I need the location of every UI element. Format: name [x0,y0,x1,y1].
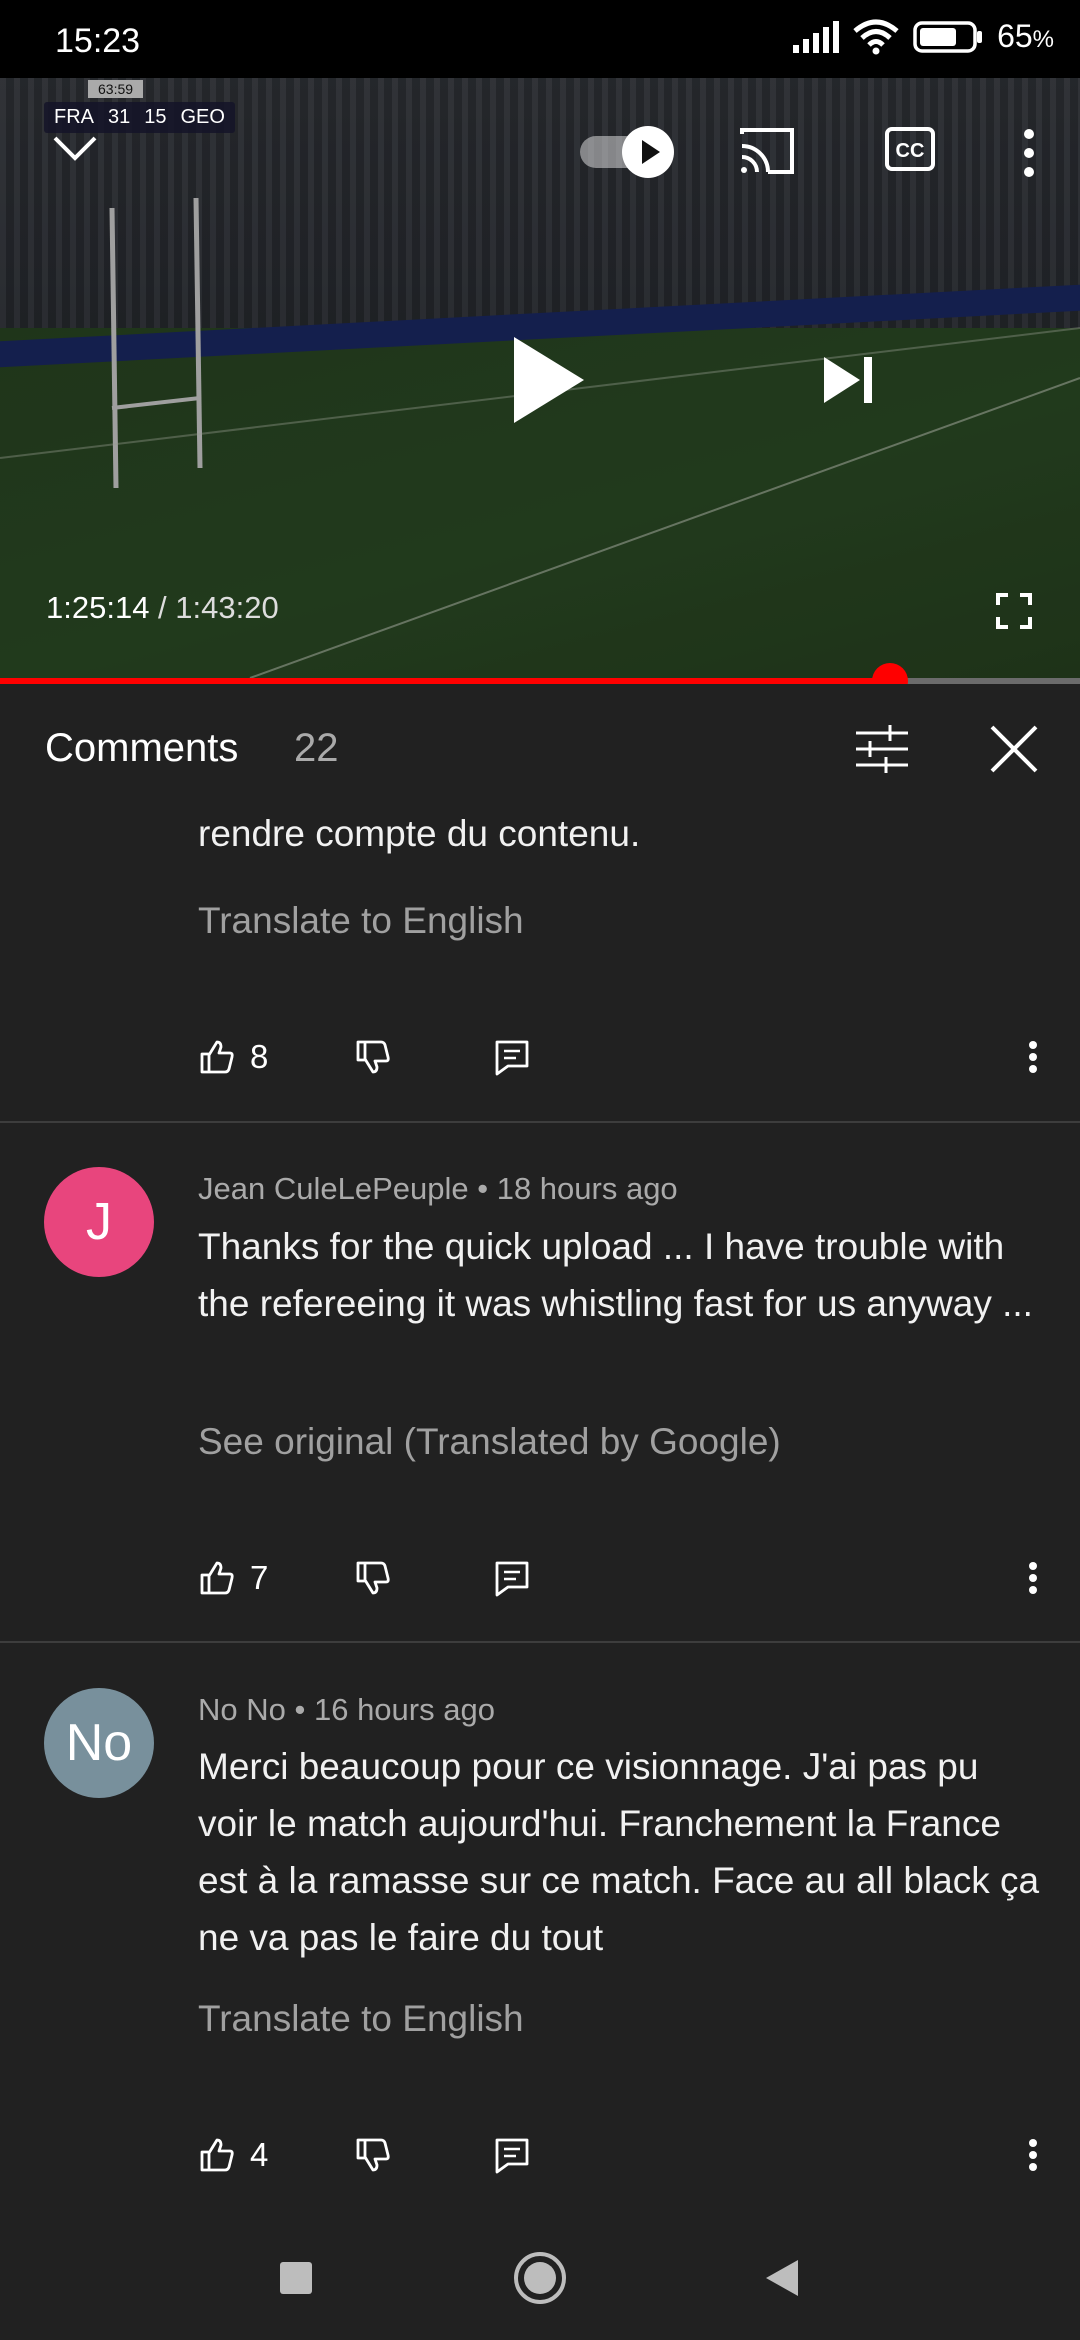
thumbs-down-icon[interactable] [354,1027,392,1087]
comment-menu-icon[interactable] [1026,2125,1040,2185]
reply-icon[interactable] [494,1027,530,1087]
comment-time: 18 hours ago [496,1171,678,1206]
like-button[interactable]: 4 [198,2125,268,2185]
reply-icon[interactable] [494,1548,530,1608]
comment-text: Merci beaucoup pour ce visionnage. J'ai … [198,1746,1040,1958]
home-icon[interactable] [510,2248,570,2308]
comment-meta: No No • 16 hours ago [198,1692,495,1727]
back-icon[interactable] [752,2248,812,2308]
away-team: GEO [180,106,225,128]
status-bar: 15:23 65% [0,0,1080,78]
away-score: 15 [144,106,167,128]
match-clock: 63:59 [88,80,144,98]
minimize-chevron-icon[interactable] [50,128,100,168]
comments-header: Comments 22 [0,684,1080,814]
comment-author[interactable]: Jean CuleLePeuple [198,1171,469,1206]
like-button[interactable]: 7 [198,1548,268,1608]
comments-title: Comments [45,726,239,770]
thumbs-up-icon [200,1561,234,1595]
like-count: 4 [250,2136,269,2173]
home-team: FRA [54,106,94,128]
more-vert-icon[interactable] [1014,126,1044,180]
like-count: 8 [250,1038,269,1075]
comment-time: 16 hours ago [313,1692,495,1727]
home-score: 31 [108,106,131,128]
close-icon[interactable] [984,719,1044,779]
divider [0,1121,1080,1123]
fullscreen-icon[interactable] [996,593,1032,629]
current-time: 1:25:14 [46,590,150,625]
battery-icon [913,20,983,53]
comment-actions: 7 [198,1548,1048,1608]
svg-text:CC: CC [896,140,925,162]
comment-menu-icon[interactable] [1026,1027,1040,1087]
avatar[interactable]: J [44,1167,154,1277]
system-nav-bar [0,2210,1080,2340]
comments-count: 22 [294,726,339,770]
thumbs-up-icon [200,1040,234,1074]
sort-filter-icon[interactable] [852,719,912,779]
like-button[interactable]: 8 [198,1027,268,1087]
avatar[interactable]: No [44,1688,154,1798]
video-player[interactable]: 63:59 FRA 31 15 GEO CC 1:25:14 / 1:43:20 [0,78,1080,678]
comment-author[interactable]: No No [198,1692,286,1727]
thumbs-down-icon[interactable] [354,2125,392,2185]
divider [0,1641,1080,1643]
status-time: 15:23 [55,22,141,60]
signal-icon [793,20,840,53]
comment-meta: Jean CuleLePeuple • 18 hours ago [198,1171,678,1206]
comments-list[interactable]: rendre compte du contenu. Translate to E… [0,805,1080,2205]
wifi-icon [853,19,899,54]
recents-icon[interactable] [266,2248,326,2308]
comment-menu-icon[interactable] [1026,1548,1040,1608]
reply-icon[interactable] [494,2125,530,2185]
see-original-link[interactable]: See original (Translated by Google) [198,1421,781,1463]
like-count: 7 [250,1559,269,1596]
time-readout: 1:25:14 / 1:43:20 [46,590,279,625]
translate-link[interactable]: Translate to English [198,900,524,942]
play-icon[interactable] [508,333,588,427]
autoplay-toggle[interactable] [580,126,680,178]
cast-icon[interactable] [738,126,796,176]
battery-level: 65% [997,18,1054,54]
comment-actions: 8 [198,1027,1048,1087]
comment-text: rendre compte du contenu. [198,813,641,854]
thumbs-down-icon[interactable] [354,1548,392,1608]
duration: 1:43:20 [175,590,279,625]
autoplay-play-icon [622,126,674,178]
comment-text: Thanks for the quick upload ... I have t… [198,1226,1033,1324]
skip-next-icon[interactable] [820,353,876,407]
captions-icon[interactable]: CC [884,126,936,172]
thumbs-up-icon [200,2138,234,2172]
translate-link[interactable]: Translate to English [198,1998,524,2040]
comment-actions: 4 [198,2125,1048,2185]
